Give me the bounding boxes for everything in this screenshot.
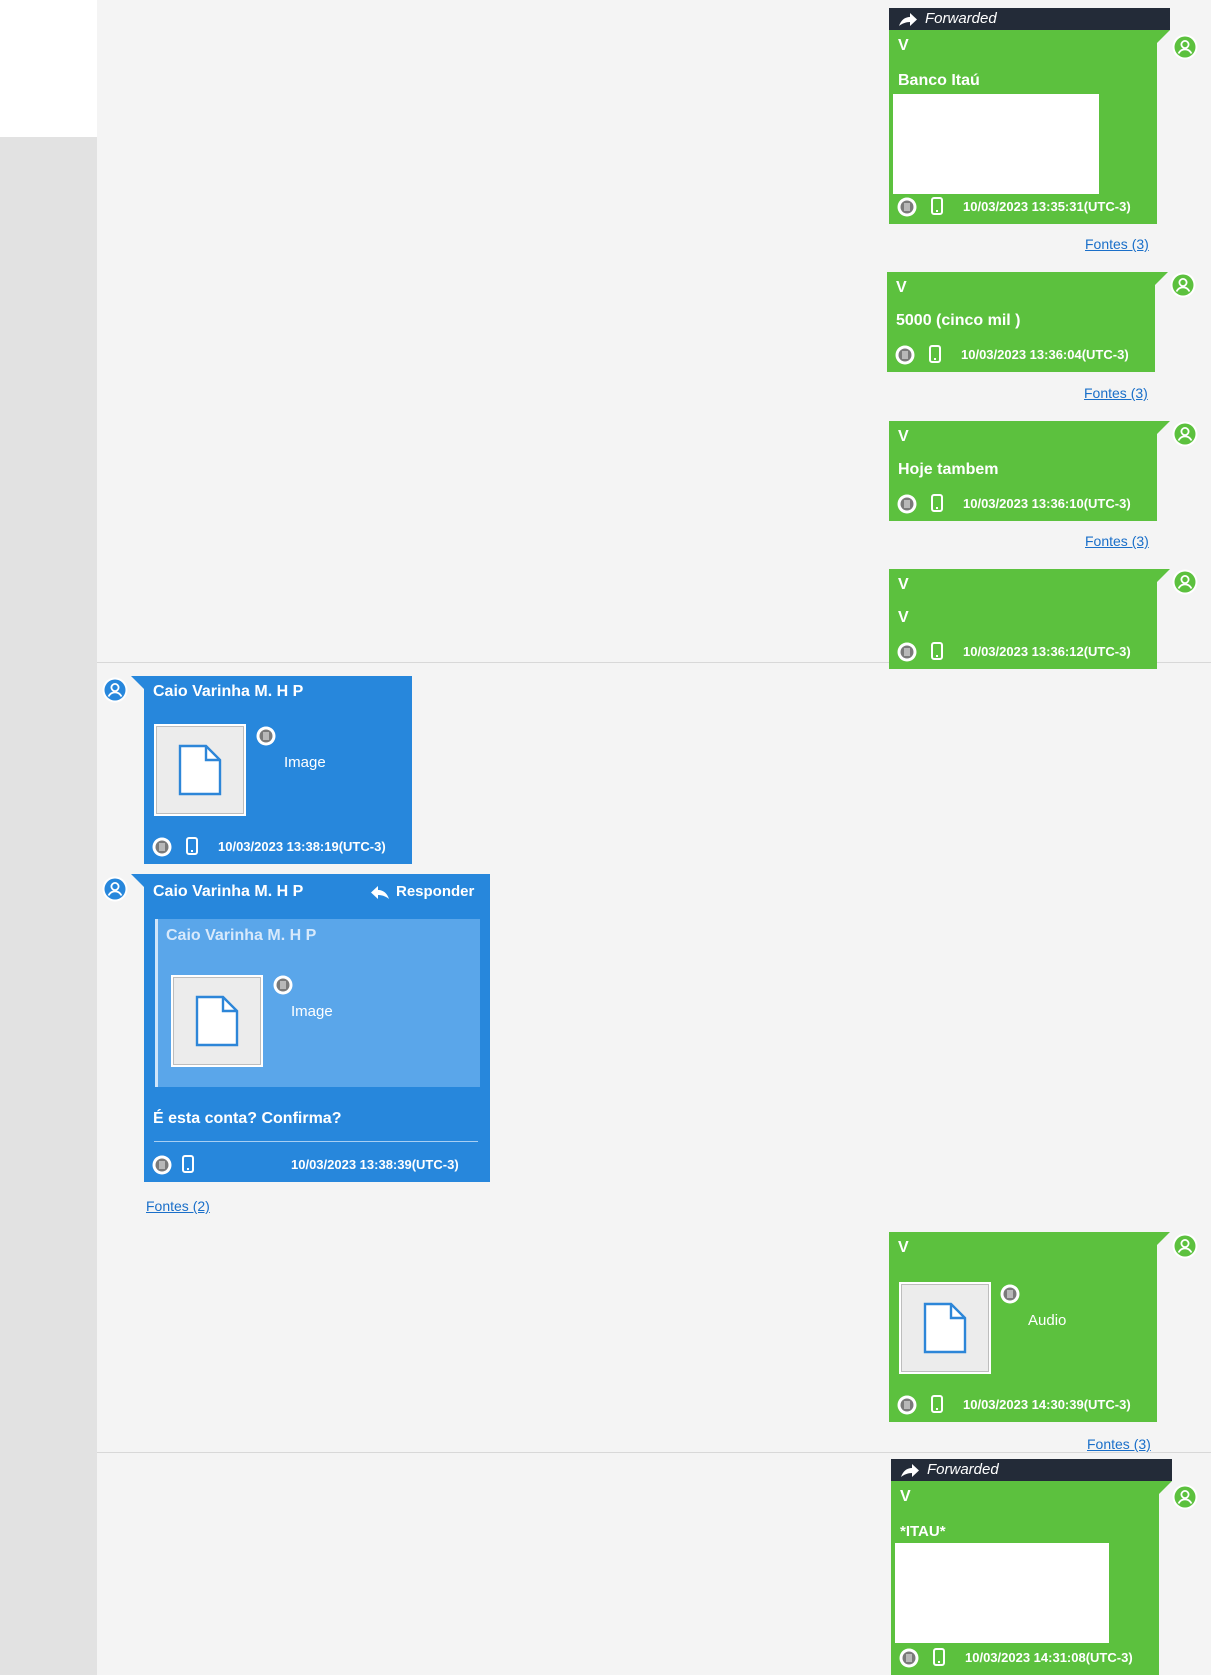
status-dot-icon [895, 345, 915, 365]
sender-name: V [900, 1488, 911, 1505]
user-avatar-icon [1172, 1484, 1198, 1510]
user-avatar-icon [102, 677, 128, 703]
phone-icon [933, 1648, 945, 1666]
message-bubble-outgoing[interactable]: Forwarded V Banco Itaú 10/03/2023 13:35:… [889, 8, 1170, 224]
left-rail [0, 137, 97, 1675]
message-text: *ITAU* [900, 1523, 946, 1540]
message-text: É esta conta? Confirma? [153, 1110, 342, 1127]
quoted-sender: Caio Varinha M. H P [166, 927, 317, 944]
sender-name: V [898, 1239, 909, 1256]
timestamp: 10/03/2023 13:38:19(UTC-3) [218, 839, 386, 854]
user-avatar-icon [1172, 421, 1198, 447]
message-bubble-outgoing[interactable]: V 5000 (cinco mil ) 10/03/2023 13:36:04(… [887, 272, 1168, 372]
sender-name: Caio Varinha M. H P [153, 683, 304, 700]
message-text: 5000 (cinco mil ) [896, 312, 1021, 329]
message-bubble-outgoing[interactable]: V V 10/03/2023 13:36:12(UTC-3) [889, 569, 1170, 669]
phone-icon [931, 197, 943, 215]
reply-label: Responder [396, 883, 475, 900]
status-dot-icon [897, 1395, 917, 1415]
message-text: V [898, 609, 909, 626]
sources-link[interactable]: Fontes (3) [1085, 236, 1149, 252]
message-bubble-outgoing[interactable]: V Audio 10/03/2023 14:30:39(UTC-3) [889, 1232, 1170, 1422]
sources-link[interactable]: Fontes (2) [146, 1198, 210, 1214]
attachment-label: Image [291, 1003, 333, 1020]
message-bubble-incoming[interactable]: Caio Varinha M. H P Image 10/03/2023 13:… [131, 676, 412, 864]
forwarded-banner: Forwarded [889, 8, 1170, 30]
sender-name: Caio Varinha M. H P [153, 883, 304, 900]
redacted-area [895, 1543, 1109, 1643]
user-avatar-icon [1172, 1233, 1198, 1259]
forward-arrow-icon [899, 1461, 921, 1479]
sender-name: V [898, 428, 909, 445]
status-dot-icon [273, 975, 293, 995]
status-dot-icon [897, 642, 917, 662]
status-dot-icon [1000, 1284, 1020, 1304]
timestamp: 10/03/2023 13:36:04(UTC-3) [961, 347, 1129, 362]
attachment-thumbnail[interactable] [899, 1282, 991, 1374]
message-text: Banco Itaú [898, 72, 980, 89]
sender-name: V [898, 576, 909, 593]
status-dot-icon [897, 494, 917, 514]
status-dot-icon [256, 726, 276, 746]
forwarded-banner: Forwarded [891, 1459, 1172, 1481]
timestamp: 10/03/2023 13:35:31(UTC-3) [963, 199, 1131, 214]
phone-icon [931, 494, 943, 512]
phone-icon [929, 345, 941, 363]
message-bubble-outgoing[interactable]: V Hoje tambem 10/03/2023 13:36:10(UTC-3) [889, 421, 1170, 521]
file-icon [195, 995, 239, 1047]
divider [154, 1141, 478, 1142]
divider [97, 1452, 1211, 1453]
user-avatar-icon [102, 876, 128, 902]
timestamp: 10/03/2023 14:31:08(UTC-3) [965, 1650, 1133, 1665]
sender-name: V [898, 37, 909, 54]
file-icon [178, 744, 222, 796]
status-dot-icon [152, 837, 172, 857]
attachment-thumbnail[interactable] [171, 975, 263, 1067]
user-avatar-icon [1170, 272, 1196, 298]
file-icon [923, 1302, 967, 1354]
attachment-thumbnail[interactable] [154, 724, 246, 816]
timestamp: 10/03/2023 13:36:10(UTC-3) [963, 496, 1131, 511]
quoted-message[interactable]: Caio Varinha M. H P Image [155, 919, 480, 1087]
sources-link[interactable]: Fontes (3) [1087, 1436, 1151, 1452]
timestamp: 10/03/2023 13:36:12(UTC-3) [963, 644, 1131, 659]
sender-name: V [896, 279, 907, 296]
attachment-label: Audio [1028, 1312, 1067, 1329]
message-bubble-incoming[interactable]: Caio Varinha M. H P Responder Caio Varin… [131, 874, 490, 1182]
reply-arrow-icon [369, 883, 391, 901]
message-footer: 10/03/2023 13:38:39(UTC-3) [152, 1154, 482, 1176]
redacted-area [893, 94, 1099, 194]
message-text: Hoje tambem [898, 461, 999, 478]
message-bubble-outgoing[interactable]: Forwarded V *ITAU* 10/03/2023 14:31:08(U… [891, 1459, 1172, 1675]
phone-icon [931, 1395, 943, 1413]
timestamp: 10/03/2023 13:38:39(UTC-3) [291, 1157, 459, 1172]
forward-arrow-icon [897, 10, 919, 28]
timestamp: 10/03/2023 14:30:39(UTC-3) [963, 1397, 1131, 1412]
user-avatar-icon [1172, 34, 1198, 60]
status-dot-icon [899, 1648, 919, 1668]
forwarded-label: Forwarded [927, 1461, 999, 1478]
forwarded-label: Forwarded [925, 10, 997, 27]
attachment-label: Image [284, 754, 326, 771]
user-avatar-icon [1172, 569, 1198, 595]
phone-icon [186, 837, 198, 855]
status-dot-icon [152, 1155, 172, 1175]
sources-link[interactable]: Fontes (3) [1085, 533, 1149, 549]
sources-link[interactable]: Fontes (3) [1084, 385, 1148, 401]
phone-icon [931, 642, 943, 660]
phone-icon [182, 1155, 194, 1173]
status-dot-icon [897, 197, 917, 217]
